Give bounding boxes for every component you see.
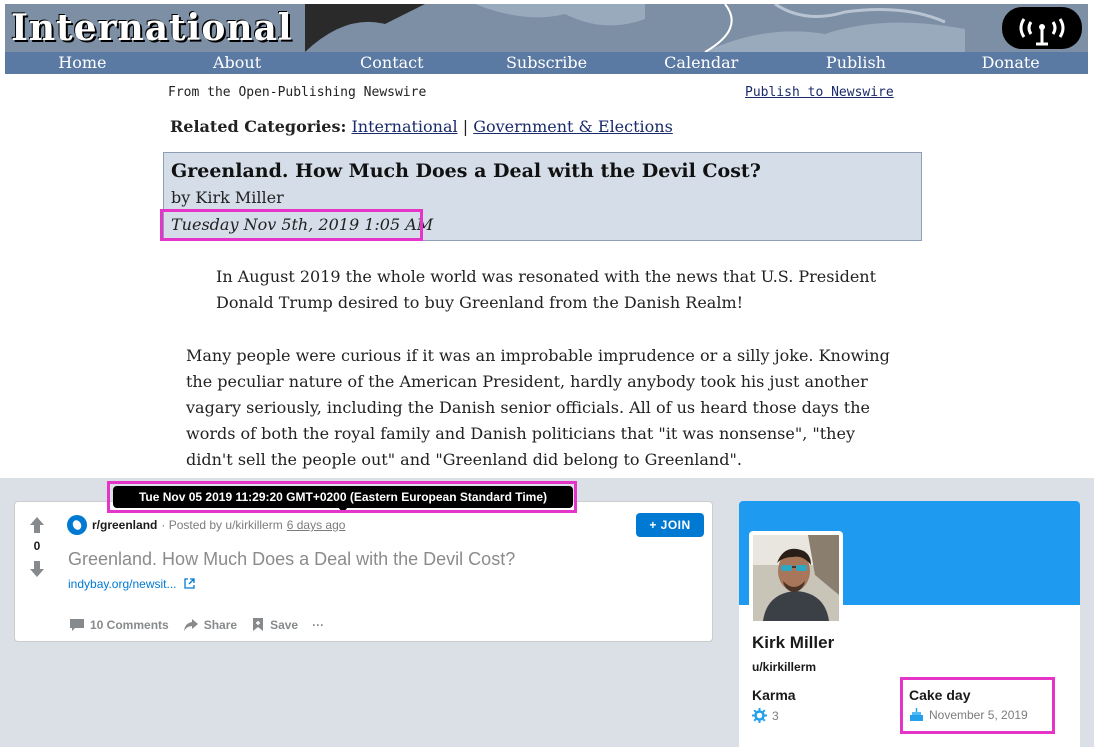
karma-count: 3 — [772, 708, 779, 723]
category-link-government-elections[interactable]: Government & Elections — [473, 117, 673, 136]
related-categories-label: Related Categories: — [170, 117, 347, 136]
nav-subscribe[interactable]: Subscribe — [469, 52, 624, 74]
comments-button[interactable]: 10 Comments — [69, 618, 169, 632]
post-title[interactable]: Greenland. How Much Does a Deal with the… — [68, 549, 515, 570]
tooltip-highlight-box — [107, 481, 577, 513]
upvote-arrow-icon[interactable] — [29, 516, 45, 534]
nav-donate[interactable]: Donate — [933, 52, 1088, 74]
karma-icon — [752, 708, 767, 723]
article-title: Greenland. How Much Does a Deal with the… — [171, 160, 761, 182]
avatar[interactable] — [749, 531, 843, 625]
article-paragraph: Many people were curious if it was an im… — [186, 346, 890, 469]
nav-about[interactable]: About — [160, 52, 315, 74]
save-label: Save — [270, 617, 299, 632]
related-categories: Related Categories: International | Gove… — [170, 117, 673, 136]
subreddit-link[interactable]: r/greenland — [92, 518, 157, 532]
nav-contact[interactable]: Contact — [314, 52, 469, 74]
comment-icon — [70, 618, 84, 631]
vote-column: 0 — [15, 502, 59, 641]
posted-by: · Posted by u/kirkillerm — [161, 518, 283, 532]
main-nav: Home About Contact Subscribe Calendar Pu… — [5, 52, 1088, 74]
more-options-button[interactable]: ··· — [312, 618, 324, 632]
comments-label: 10 Comments — [90, 617, 169, 632]
article-paragraph: In August 2019 the whole world was reson… — [216, 267, 877, 312]
downvote-arrow-icon[interactable] — [29, 560, 45, 578]
avatar-image — [753, 535, 839, 621]
profile-name: Kirk Miller — [752, 633, 835, 652]
nav-home[interactable]: Home — [5, 52, 160, 74]
newswire-source-note: From the Open-Publishing Newswire — [168, 85, 427, 100]
karma-value: 3 — [752, 708, 779, 723]
share-icon — [183, 618, 198, 631]
post-age-link[interactable]: 6 days ago — [287, 518, 346, 532]
radio-tower-icon[interactable] — [1002, 7, 1082, 49]
share-label: Share — [203, 617, 238, 632]
post-meta: r/greenland · Posted by u/kirkillerm 6 d… — [67, 515, 345, 535]
reddit-post-card[interactable]: 0 r/greenland · Posted by u/kirkillerm 6… — [14, 501, 713, 642]
karma-label: Karma — [752, 687, 796, 703]
external-link-icon — [184, 578, 195, 589]
publish-to-newswire-link[interactable]: Publish to Newswire — [745, 85, 894, 100]
nav-calendar[interactable]: Calendar — [624, 52, 779, 74]
save-button[interactable]: Save — [251, 617, 298, 632]
profile-handle: u/kirkillerm — [752, 660, 817, 674]
date-highlight-box — [160, 209, 423, 241]
category-link-international[interactable]: International — [351, 117, 457, 136]
article-byline: by Kirk Miller — [171, 188, 284, 207]
vote-count: 0 — [33, 539, 41, 553]
site-title[interactable]: International — [11, 8, 293, 48]
bookmark-icon — [253, 618, 264, 631]
site-banner: International — [5, 4, 1088, 52]
post-link-text[interactable]: indybay.org/newsit... — [68, 577, 177, 591]
category-separator: | — [462, 117, 469, 136]
join-button[interactable]: + JOIN — [636, 513, 704, 537]
cake-day-highlight-box — [900, 677, 1055, 734]
post-external-link[interactable]: indybay.org/newsit... — [68, 577, 195, 591]
post-actions: 10 Comments Share Save ··· — [69, 617, 338, 632]
nav-publish[interactable]: Publish — [779, 52, 934, 74]
share-button[interactable]: Share — [183, 618, 237, 632]
subreddit-icon[interactable] — [67, 515, 87, 535]
